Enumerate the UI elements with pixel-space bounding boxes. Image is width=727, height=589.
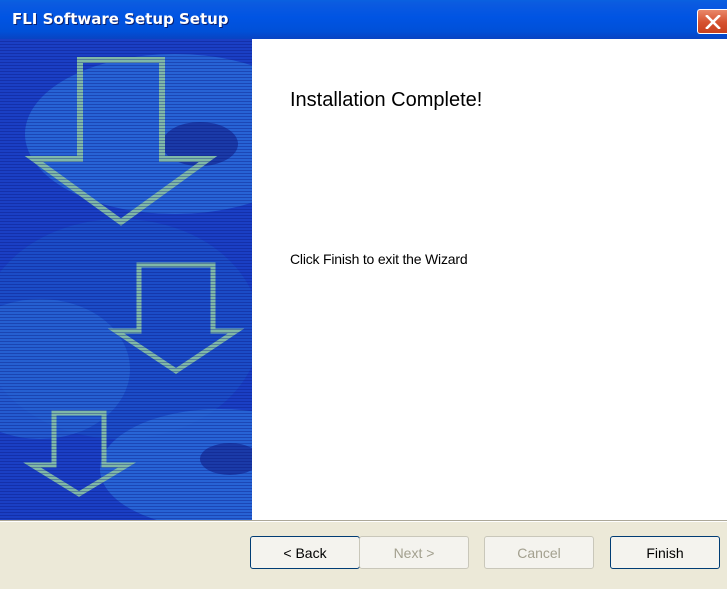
banner-graphic	[0, 39, 252, 520]
wizard-content: Installation Complete! Click Finish to e…	[252, 39, 727, 520]
page-title: Installation Complete!	[290, 89, 483, 111]
cancel-button[interactable]: Cancel	[484, 536, 594, 569]
wizard-banner	[0, 39, 252, 520]
title-bar[interactable]: FLI Software Setup Setup	[0, 0, 727, 39]
next-button[interactable]: Next >	[359, 536, 469, 569]
divider	[0, 520, 727, 522]
finish-button[interactable]: Finish	[610, 536, 720, 569]
instruction-text: Click Finish to exit the Wizard	[290, 251, 468, 267]
back-button[interactable]: < Back	[250, 536, 360, 569]
window-title: FLI Software Setup Setup	[12, 10, 229, 28]
close-button[interactable]	[697, 9, 727, 34]
close-icon	[705, 15, 721, 29]
